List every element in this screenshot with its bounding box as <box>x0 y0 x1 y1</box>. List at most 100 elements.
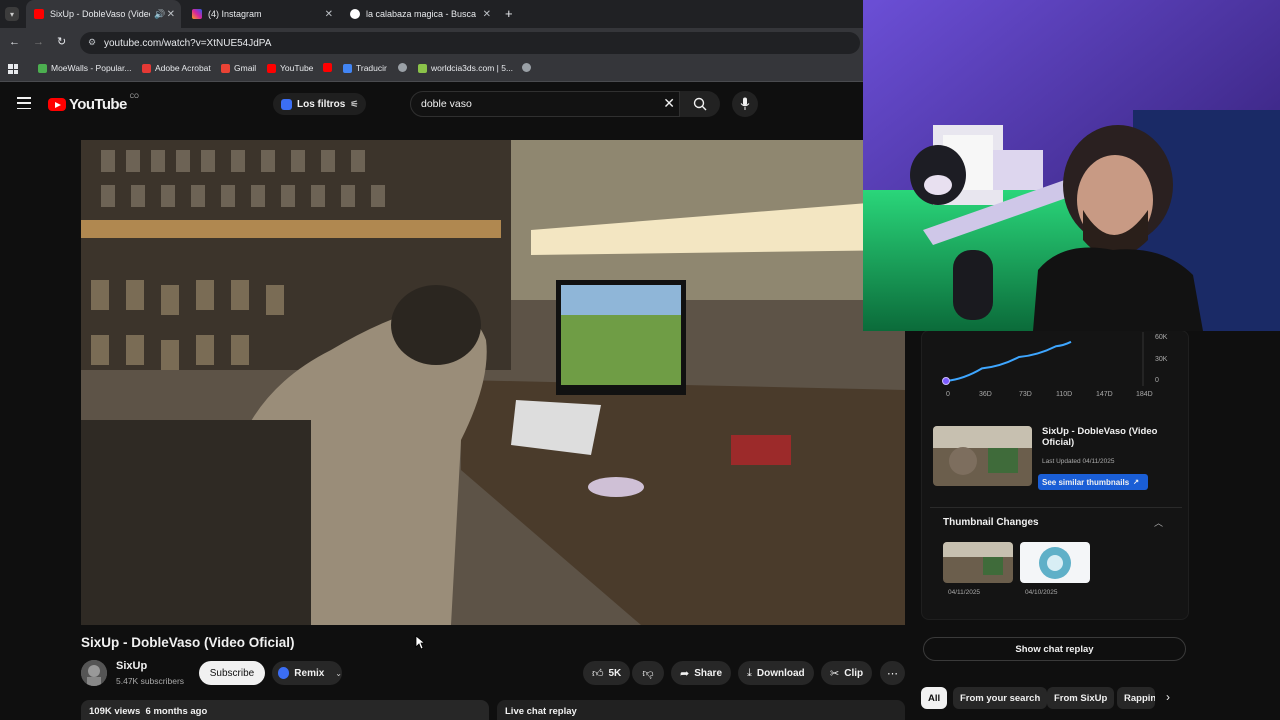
google-favicon-icon <box>350 9 360 19</box>
like-button[interactable]: 👍︎ 5K <box>583 661 630 685</box>
tab-google-search[interactable]: la calabaza magica - Buscar co ✕ <box>342 0 497 28</box>
chevron-right-icon[interactable]: › <box>1166 690 1170 704</box>
thumbnail-change-date: 04/10/2025 <box>1025 589 1058 596</box>
show-chat-replay-button[interactable]: Show chat replay <box>923 637 1186 661</box>
live-chat-replay-header[interactable]: Live chat replay <box>497 700 905 720</box>
close-tab-icon[interactable]: ✕ <box>325 9 333 20</box>
share-icon: ➦ <box>680 667 690 680</box>
site-info-icon[interactable]: ⚙ <box>88 37 96 48</box>
tab-youtube[interactable]: SixUp - DobleVaso (Video O 🔊 ✕ <box>26 0 181 28</box>
chip-from-sixup[interactable]: From SixUp <box>1047 687 1115 709</box>
clear-search-icon[interactable]: ✕ <box>663 95 675 112</box>
tab-search-button[interactable]: ▾ <box>5 7 19 21</box>
globe-icon <box>522 63 531 72</box>
moewalls-icon <box>38 63 47 73</box>
bookmark-globe-2[interactable] <box>522 63 531 72</box>
remix-icon <box>278 667 290 679</box>
x-tick-label: 184D <box>1136 391 1153 398</box>
forward-icon[interactable]: → <box>33 36 44 48</box>
mouse-cursor-icon <box>415 635 425 650</box>
x-tick-label: 110D <box>1056 391 1073 398</box>
x-tick-label: 36D <box>979 391 992 398</box>
back-icon[interactable]: ← <box>9 36 20 48</box>
bookmark-youtube[interactable]: YouTube <box>267 63 313 73</box>
url-field[interactable]: ⚙ youtube.com/watch?v=XtNUE54JdPA <box>80 32 860 54</box>
growth-series-line <box>945 340 1072 382</box>
chevron-down-icon[interactable]: ⌄ <box>335 669 342 678</box>
globe-icon <box>398 63 407 72</box>
bookmark-gmail[interactable]: Gmail <box>221 63 256 73</box>
instagram-favicon-icon <box>192 9 202 19</box>
more-actions-button[interactable]: ⋯ <box>880 661 905 685</box>
download-button[interactable]: ⤓ Download <box>738 661 814 685</box>
channel-avatar[interactable] <box>81 660 107 686</box>
apps-icon[interactable] <box>8 64 18 74</box>
youtube-icon <box>267 63 276 73</box>
share-button[interactable]: ➦ Share <box>671 661 732 685</box>
x-tick-label: 73D <box>1019 391 1032 398</box>
remix-button[interactable]: Remix ⌄ <box>272 661 342 685</box>
channel-name[interactable]: SixUp <box>116 660 147 672</box>
y-tick-label: 30K <box>1155 356 1168 363</box>
thumbnail-changes-title: Thumbnail Changes <box>943 517 1039 528</box>
microphone-icon <box>740 97 750 110</box>
subscriber-count: 5.47K subscribers <box>116 676 185 686</box>
bookmark-worldcia3ds[interactable]: worldcia3ds.com | 5... <box>418 63 513 73</box>
filters-button[interactable]: Los filtros ⚟ <box>273 93 367 115</box>
streamer-webcam <box>863 0 1280 331</box>
chip-from-your-search[interactable]: From your search <box>953 687 1048 709</box>
last-updated: Last Updated 04/11/2025 <box>1042 458 1115 465</box>
clip-button[interactable]: ✂ Clip <box>821 661 873 685</box>
filter-extension-icon <box>281 98 292 110</box>
thumbnail-image <box>943 542 1013 583</box>
close-tab-icon[interactable]: ✕ <box>167 9 175 20</box>
thumbnail-image <box>1020 542 1090 583</box>
youtube-play-icon <box>48 98 66 111</box>
youtube-favicon-icon <box>34 9 44 19</box>
video-title: SixUp - DobleVaso (Video Oficial) <box>81 635 295 650</box>
thumbs-up-icon: 👍︎ <box>592 667 604 680</box>
acrobat-icon <box>142 63 151 73</box>
reload-icon[interactable]: ↻ <box>57 35 66 48</box>
thumbnail-change-2[interactable] <box>1020 542 1090 583</box>
bookmark-traducir[interactable]: Traducir <box>343 63 387 73</box>
description-box[interactable]: 109K views 6 months ago <box>81 700 489 720</box>
sliders-icon: ⚟ <box>350 98 359 109</box>
new-tab-icon[interactable]: + <box>505 6 513 21</box>
search-icon <box>693 97 707 111</box>
audio-icon: 🔊 <box>154 8 166 19</box>
thumbnail-change-date: 04/11/2025 <box>948 589 981 596</box>
bookmark-youtube-2[interactable] <box>323 63 332 72</box>
current-thumbnail[interactable] <box>933 426 1032 486</box>
webcam-image <box>863 0 1280 331</box>
gmail-icon <box>221 63 230 73</box>
x-tick-label: 0 <box>946 391 950 398</box>
see-similar-thumbnails-button[interactable]: See similar thumbnails ↗ <box>1038 474 1148 490</box>
search-button[interactable] <box>680 91 720 117</box>
thumbs-down-icon: 👎︎ <box>642 667 654 680</box>
download-icon: ⤓ <box>747 666 752 679</box>
y-tick-label: 0 <box>1155 377 1159 384</box>
avatar-image <box>81 660 107 686</box>
voice-search-button[interactable] <box>732 91 758 117</box>
subscribe-button[interactable]: Subscribe <box>199 661 265 685</box>
thumbnail-video-title: SixUp - DobleVaso (Video Oficial) <box>1042 426 1158 448</box>
thumbnail-change-1[interactable] <box>943 542 1013 583</box>
search-input[interactable]: doble vaso ✕ <box>410 91 680 117</box>
collapse-chevron-icon[interactable]: ︿ <box>1154 516 1163 529</box>
close-tab-icon[interactable]: ✕ <box>483 9 491 20</box>
chip-rappin[interactable]: Rappin <box>1117 687 1155 709</box>
chip-all[interactable]: All <box>921 687 948 709</box>
tab-instagram[interactable]: (4) Instagram ✕ <box>184 0 339 28</box>
divider <box>930 507 1182 508</box>
video-player[interactable] <box>81 140 905 625</box>
bookmark-globe[interactable] <box>398 63 407 72</box>
bookmark-adobe-acrobat[interactable]: Adobe Acrobat <box>142 63 211 73</box>
dislike-button[interactable]: 👎︎ <box>632 661 664 685</box>
worldcia3ds-icon <box>418 63 427 73</box>
menu-icon[interactable] <box>17 97 31 109</box>
youtube-logo[interactable]: YouTube CO <box>48 94 139 113</box>
bookmark-moewalls[interactable]: MoeWalls - Popular... <box>38 63 131 73</box>
scissors-icon: ✂ <box>830 667 840 680</box>
y-tick-label: 60K <box>1155 334 1168 341</box>
